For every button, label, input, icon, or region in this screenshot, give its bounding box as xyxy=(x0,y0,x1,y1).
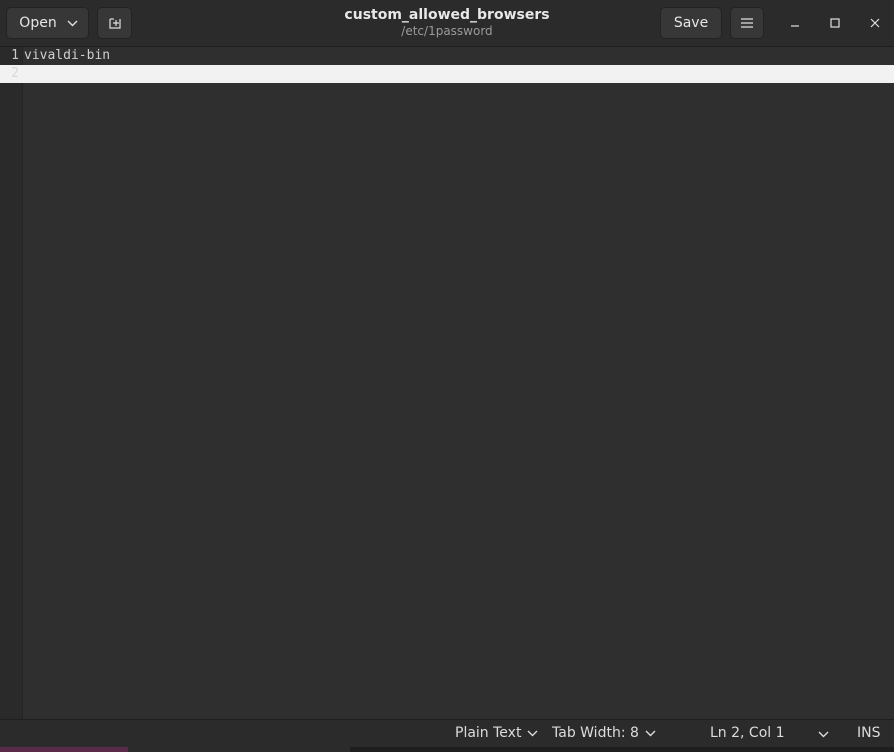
open-button[interactable]: Open xyxy=(6,7,89,39)
taskbar-strip xyxy=(128,747,350,752)
maximize-button[interactable] xyxy=(823,11,847,35)
tab-width-label: Tab Width: 8 xyxy=(552,725,639,741)
minimize-icon xyxy=(790,18,800,28)
window-title-area: custom_allowed_browsers /etc/1password xyxy=(300,6,594,39)
minimize-button[interactable] xyxy=(783,11,807,35)
desktop-background xyxy=(0,747,894,752)
header-bar: Open custom_allowed_browsers /etc/1passw… xyxy=(0,0,894,47)
text-editor-window: Open custom_allowed_browsers /etc/1passw… xyxy=(0,0,894,752)
line-number-gutter xyxy=(0,47,23,719)
line-number: 1 xyxy=(11,48,19,63)
close-button[interactable] xyxy=(863,11,887,35)
new-tab-button[interactable] xyxy=(97,7,132,39)
chevron-down-icon xyxy=(527,730,538,737)
cursor-position-label: Ln 2, Col 1 xyxy=(710,725,785,741)
current-editor-line[interactable]: 2 xyxy=(0,65,894,83)
save-button[interactable]: Save xyxy=(660,7,722,39)
desktop-wallpaper-strip xyxy=(0,747,128,752)
chevron-down-icon xyxy=(645,730,656,737)
editor-line[interactable]: 1 vivaldi-bin xyxy=(0,47,894,65)
close-icon xyxy=(870,18,880,28)
text-editor-area[interactable]: 1 vivaldi-bin 2 xyxy=(0,47,894,719)
line-number: 2 xyxy=(11,66,19,81)
tab-width-selector[interactable]: Tab Width: 8 xyxy=(552,725,656,741)
language-label: Plain Text xyxy=(455,725,522,741)
maximize-icon xyxy=(830,18,840,28)
line-text: vivaldi-bin xyxy=(24,48,111,63)
hamburger-menu-icon xyxy=(741,18,753,28)
insert-mode-label: INS xyxy=(857,725,881,741)
new-tab-icon xyxy=(108,16,122,30)
window-subtitle: /etc/1password xyxy=(401,24,493,38)
main-menu-button[interactable] xyxy=(730,7,764,39)
open-button-label: Open xyxy=(19,15,57,31)
language-selector[interactable]: Plain Text xyxy=(455,725,538,741)
window-title: custom_allowed_browsers xyxy=(344,7,550,23)
chevron-down-icon[interactable] xyxy=(818,725,829,743)
chevron-down-icon xyxy=(67,20,78,27)
status-bar: Plain Text Tab Width: 8 Ln 2, Col 1 INS xyxy=(0,719,894,748)
insert-mode-indicator[interactable]: INS xyxy=(857,725,881,741)
cursor-position[interactable]: Ln 2, Col 1 xyxy=(710,725,785,741)
